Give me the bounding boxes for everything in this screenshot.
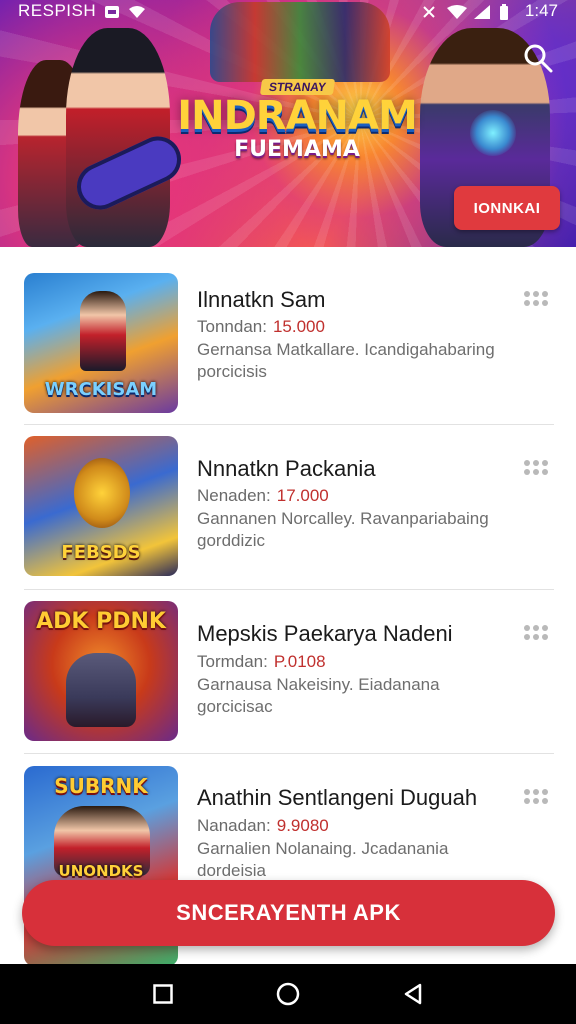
download-apk-button[interactable]: SNCERAYENTH APK	[22, 880, 555, 946]
meta-value: 9.9080	[276, 816, 329, 835]
meta-label: Nanadan:	[197, 816, 271, 835]
meta-value: 15.000	[272, 317, 325, 336]
game-description: Garnausa Nakeisiny. Eiadanana gorcicisac	[197, 674, 517, 718]
hero-banner[interactable]: RESPISH 1:47 STRANAY INDRANAM FUEMAMA IO…	[0, 0, 576, 247]
description-line: Garnausa Nakeisiny. Eiadanana	[197, 675, 440, 694]
thumb-figure	[66, 653, 136, 727]
vibrate-icon	[421, 4, 437, 18]
recents-icon	[152, 984, 173, 1004]
thumb-title: SUBRNK	[54, 774, 148, 798]
game-title[interactable]: Nnnatkn Packania	[197, 456, 376, 482]
description-line: dordeisia	[197, 861, 266, 880]
game-thumbnail[interactable]: ADK PDNK	[24, 601, 178, 741]
carrier-label: RESPISH	[18, 1, 97, 20]
thumb-figure	[74, 458, 130, 528]
game-thumbnail[interactable]: FEBSDS	[24, 436, 178, 576]
hero-logo-small: STRANAY	[259, 78, 335, 95]
list-item[interactable]: ADK PDNK Mepskis Paekarya Nadeni Tormdan…	[0, 590, 576, 755]
meta-value: 17.000	[276, 486, 329, 505]
more-options-icon[interactable]	[522, 785, 550, 807]
game-meta: Tormdan: P.0108	[197, 652, 326, 672]
battery-icon	[499, 4, 515, 20]
signal-icon	[473, 4, 490, 19]
game-thumbnail[interactable]: WRCKISAM	[24, 273, 178, 413]
hero-logo: STRANAY INDRANAM FUEMAMA	[177, 70, 418, 170]
game-title[interactable]: Anathin Sentlangeni Duguah	[197, 785, 477, 811]
system-navigation-bar	[0, 964, 576, 1024]
meta-label: Tonndan:	[197, 317, 267, 336]
meta-label: Tormdan:	[197, 652, 268, 671]
game-title[interactable]: Ilnnatkn Sam	[197, 287, 325, 313]
description-line: gorcicisac	[197, 697, 273, 716]
description-line: Gannanen Norcalley. Ravanpariabaing	[197, 509, 489, 528]
sim-icon	[104, 4, 120, 18]
more-options-icon[interactable]	[522, 456, 550, 478]
meta-label: Nenaden:	[197, 486, 271, 505]
status-bar: RESPISH 1:47	[0, 0, 576, 22]
status-left: RESPISH	[18, 1, 146, 21]
hero-logo-title: INDRANAM	[177, 92, 418, 139]
game-description: Gannanen Norcalley. Ravanpariabaing gord…	[197, 508, 517, 552]
thumb-title: ADK PDNK	[36, 609, 166, 634]
wifi-icon	[446, 4, 467, 19]
game-title[interactable]: Mepskis Paekarya Nadeni	[197, 621, 453, 647]
wifi-small-icon	[128, 4, 146, 18]
thumb-label: FEBSDS	[61, 542, 141, 563]
back-button[interactable]	[398, 979, 428, 1009]
description-line: Garnalien Nolanaing. Jcadanania	[197, 839, 449, 858]
game-meta: Tonndan: 15.000	[197, 317, 325, 337]
description-line: porcicisis	[197, 362, 267, 381]
search-button[interactable]	[518, 38, 558, 78]
home-button[interactable]	[273, 979, 303, 1009]
hero-action-button[interactable]: IONNKAI	[454, 186, 560, 230]
status-time: 1:47	[524, 1, 558, 20]
armor-glow	[470, 110, 516, 156]
description-line: Gernansa Matkallare. Icandigahabaring	[197, 340, 495, 359]
more-options-icon[interactable]	[522, 287, 550, 309]
list-item[interactable]: WRCKISAM Ilnnatkn Sam Tonndan: 15.000 Ger…	[0, 247, 576, 425]
list-item[interactable]: FEBSDS Nnnatkn Packania Nenaden: 17.000 G…	[0, 425, 576, 590]
search-icon	[524, 44, 553, 73]
hero-logo-subtitle: FUEMAMA	[234, 136, 360, 162]
more-options-icon[interactable]	[522, 621, 550, 643]
thumb-label: UNONDKS	[58, 862, 144, 880]
description-line: gorddizic	[197, 531, 266, 550]
game-description: Garnalien Nolanaing. Jcadanania dordeisi…	[197, 838, 517, 882]
home-icon	[276, 982, 300, 1006]
status-right: 1:47	[421, 1, 558, 21]
game-meta: Nenaden: 17.000	[197, 486, 329, 506]
thumb-label: WRCKISAM	[44, 379, 158, 400]
game-description: Gernansa Matkallare. Icandigahabaring po…	[197, 339, 517, 383]
thumb-figure	[80, 291, 126, 371]
meta-value: P.0108	[273, 652, 326, 671]
recents-button[interactable]	[148, 979, 178, 1009]
back-icon	[405, 983, 422, 1005]
game-meta: Nanadan: 9.9080	[197, 816, 329, 836]
